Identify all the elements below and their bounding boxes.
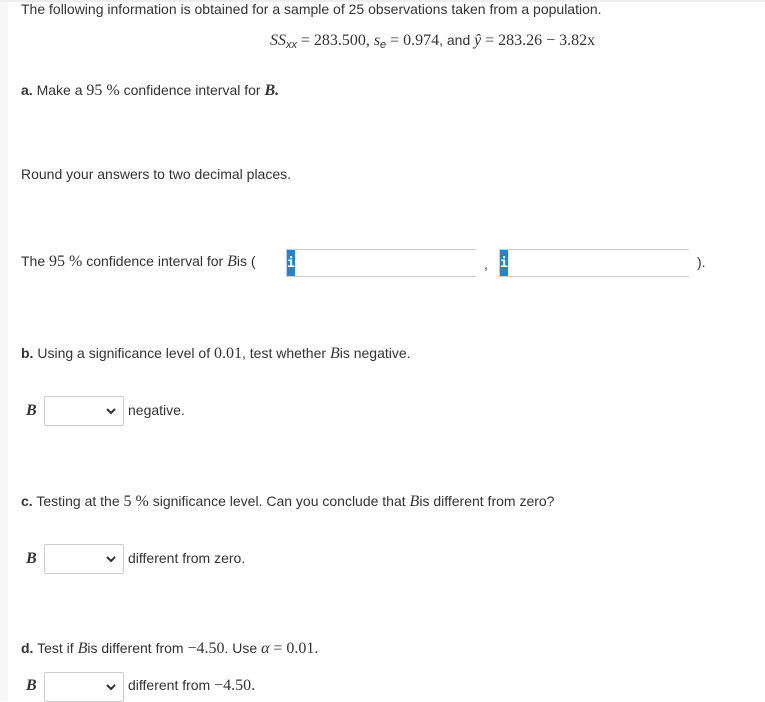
- part-d-text: Test if: [37, 640, 74, 656]
- ci-text-mid: confidence interval for: [86, 253, 224, 269]
- left-margin-strip: [0, 0, 8, 701]
- ci-comma: ,: [484, 256, 488, 272]
- ci-lower-input[interactable]: [294, 250, 484, 276]
- confidence-percent: 95 %: [86, 82, 120, 99]
- chevron-down-icon: [106, 556, 116, 563]
- hypothesized-value: −4.50: [187, 640, 225, 657]
- part-d-letter: d.: [21, 640, 34, 656]
- part-d-suffix-value: −4.50.: [214, 677, 256, 694]
- part-b-row-suffix: negative.: [128, 402, 185, 418]
- regression-equation: = 283.26 − 3.82x: [485, 32, 596, 49]
- ssxx-subscript: xx: [286, 39, 297, 51]
- alpha-symbol: α: [261, 640, 270, 657]
- part-d-row-suffix: different from −4.50.: [128, 677, 255, 695]
- part-b-text: Using a significance level of: [37, 345, 211, 361]
- part-d-suffix-text: different from: [128, 677, 211, 693]
- info-icon[interactable]: i: [500, 250, 508, 276]
- intro-text: The following information is obtained fo…: [21, 1, 602, 17]
- part-c-select[interactable]: [44, 544, 124, 574]
- significance-level: 0.01: [214, 345, 242, 362]
- variable-b: B: [329, 345, 340, 362]
- significance-percent: 5 %: [123, 493, 149, 510]
- part-b-row-var: B: [26, 402, 37, 419]
- part-d-select[interactable]: [44, 672, 124, 702]
- ci-open-paren: is (: [236, 253, 256, 269]
- variable-b: B: [77, 640, 88, 657]
- info-icon[interactable]: i: [287, 250, 295, 276]
- se-value: = 0.974: [390, 32, 440, 49]
- part-b-letter: b.: [21, 345, 34, 361]
- yhat-symbol: ŷ: [474, 32, 482, 49]
- chevron-down-icon: [106, 684, 116, 691]
- part-b-text-post: is negative.: [339, 345, 411, 361]
- ssxx-label: SS: [270, 32, 286, 49]
- chevron-down-icon: [106, 408, 116, 415]
- part-a-text: Make a: [36, 82, 83, 98]
- and-text: , and: [439, 32, 471, 48]
- ci-percent: 95 %: [49, 253, 83, 270]
- part-c-text: Testing at the: [36, 493, 120, 509]
- ssxx-value: = 283.500,: [300, 32, 370, 49]
- ci-close-paren: ).: [697, 254, 706, 270]
- ci-text-pre: The: [21, 253, 46, 269]
- given-equation: SSxx = 283.500, se = 0.974, and ŷ = 283.…: [270, 32, 595, 51]
- part-a-letter: a.: [21, 82, 33, 98]
- part-d-text-mid: is different from: [87, 640, 184, 656]
- ci-lower-field[interactable]: i: [286, 249, 484, 277]
- part-b-text-mid: , test whether: [242, 345, 327, 361]
- part-a-text-post: confidence interval for: [123, 82, 261, 98]
- part-d-question: d. Test if Bis different from −4.50. Use…: [21, 640, 318, 658]
- ci-statement: The 95 % confidence interval for Bis (: [21, 253, 256, 271]
- part-c-letter: c.: [21, 493, 33, 509]
- part-c-text-post: is different from zero?: [419, 493, 555, 509]
- ci-upper-field[interactable]: i: [499, 249, 697, 277]
- part-c-row-suffix: different from zero.: [128, 550, 246, 566]
- part-c-row-var: B: [26, 550, 37, 567]
- part-c-question: c. Testing at the 5 % significance level…: [21, 493, 554, 511]
- ci-variable: B: [227, 253, 237, 270]
- se-subscript: e: [380, 39, 387, 51]
- part-d-use: . Use: [224, 640, 258, 656]
- variable-b: B.: [264, 82, 280, 99]
- part-b-question: b. Using a significance level of 0.01, t…: [21, 345, 411, 363]
- part-a-question: a. Make a 95 % confidence interval for B…: [21, 82, 279, 100]
- round-note: Round your answers to two decimal places…: [21, 166, 292, 182]
- variable-b: B: [409, 493, 420, 510]
- part-b-select[interactable]: [44, 396, 124, 426]
- alpha-value: = 0.01.: [273, 640, 319, 657]
- ci-upper-input[interactable]: [507, 250, 697, 276]
- part-c-text-mid: significance level. Can you conclude tha…: [152, 493, 406, 509]
- part-d-row-var: B: [26, 677, 37, 694]
